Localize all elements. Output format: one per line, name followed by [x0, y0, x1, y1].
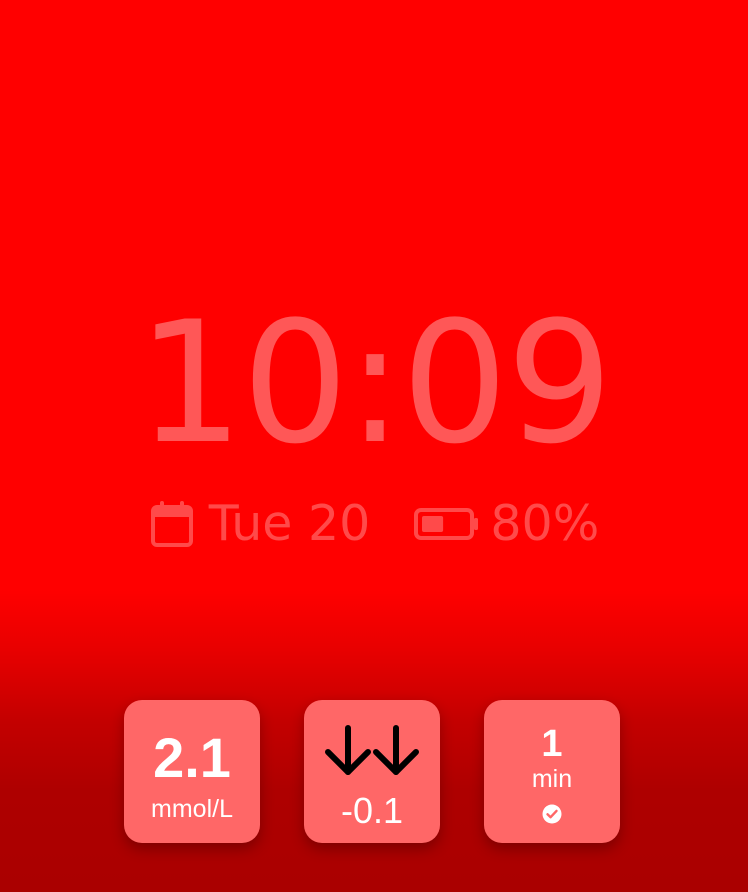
trend-complication[interactable]: -0.1 — [304, 700, 440, 843]
glucose-value: 2.1 — [153, 726, 231, 789]
battery-icon — [414, 506, 480, 542]
double-down-arrow-icon — [322, 722, 422, 787]
glucose-complication[interactable]: 2.1 mmol/L — [124, 700, 260, 843]
glucose-unit: mmol/L — [151, 795, 233, 823]
battery-level-fill — [422, 516, 444, 532]
reading-age-value: 1 — [541, 723, 563, 765]
battery-percentage: 80% — [490, 495, 600, 552]
checkmark-icon — [542, 804, 562, 824]
calendar-icon — [149, 499, 195, 549]
trend-delta: -0.1 — [340, 790, 404, 831]
watch-face: 10:09 Tue 20 80% 2.1 mmol/L -0.1 1 min — [0, 0, 748, 892]
reading-age-complication[interactable]: 1 min — [484, 700, 620, 843]
date-text: Tue 20 — [208, 495, 371, 552]
reading-age-unit: min — [531, 765, 573, 793]
battery-group: 80% — [414, 494, 599, 554]
date-group: Tue 20 — [149, 494, 371, 554]
date-battery-row: Tue 20 80% — [0, 494, 748, 554]
clock-time: 10:09 — [136, 285, 613, 481]
